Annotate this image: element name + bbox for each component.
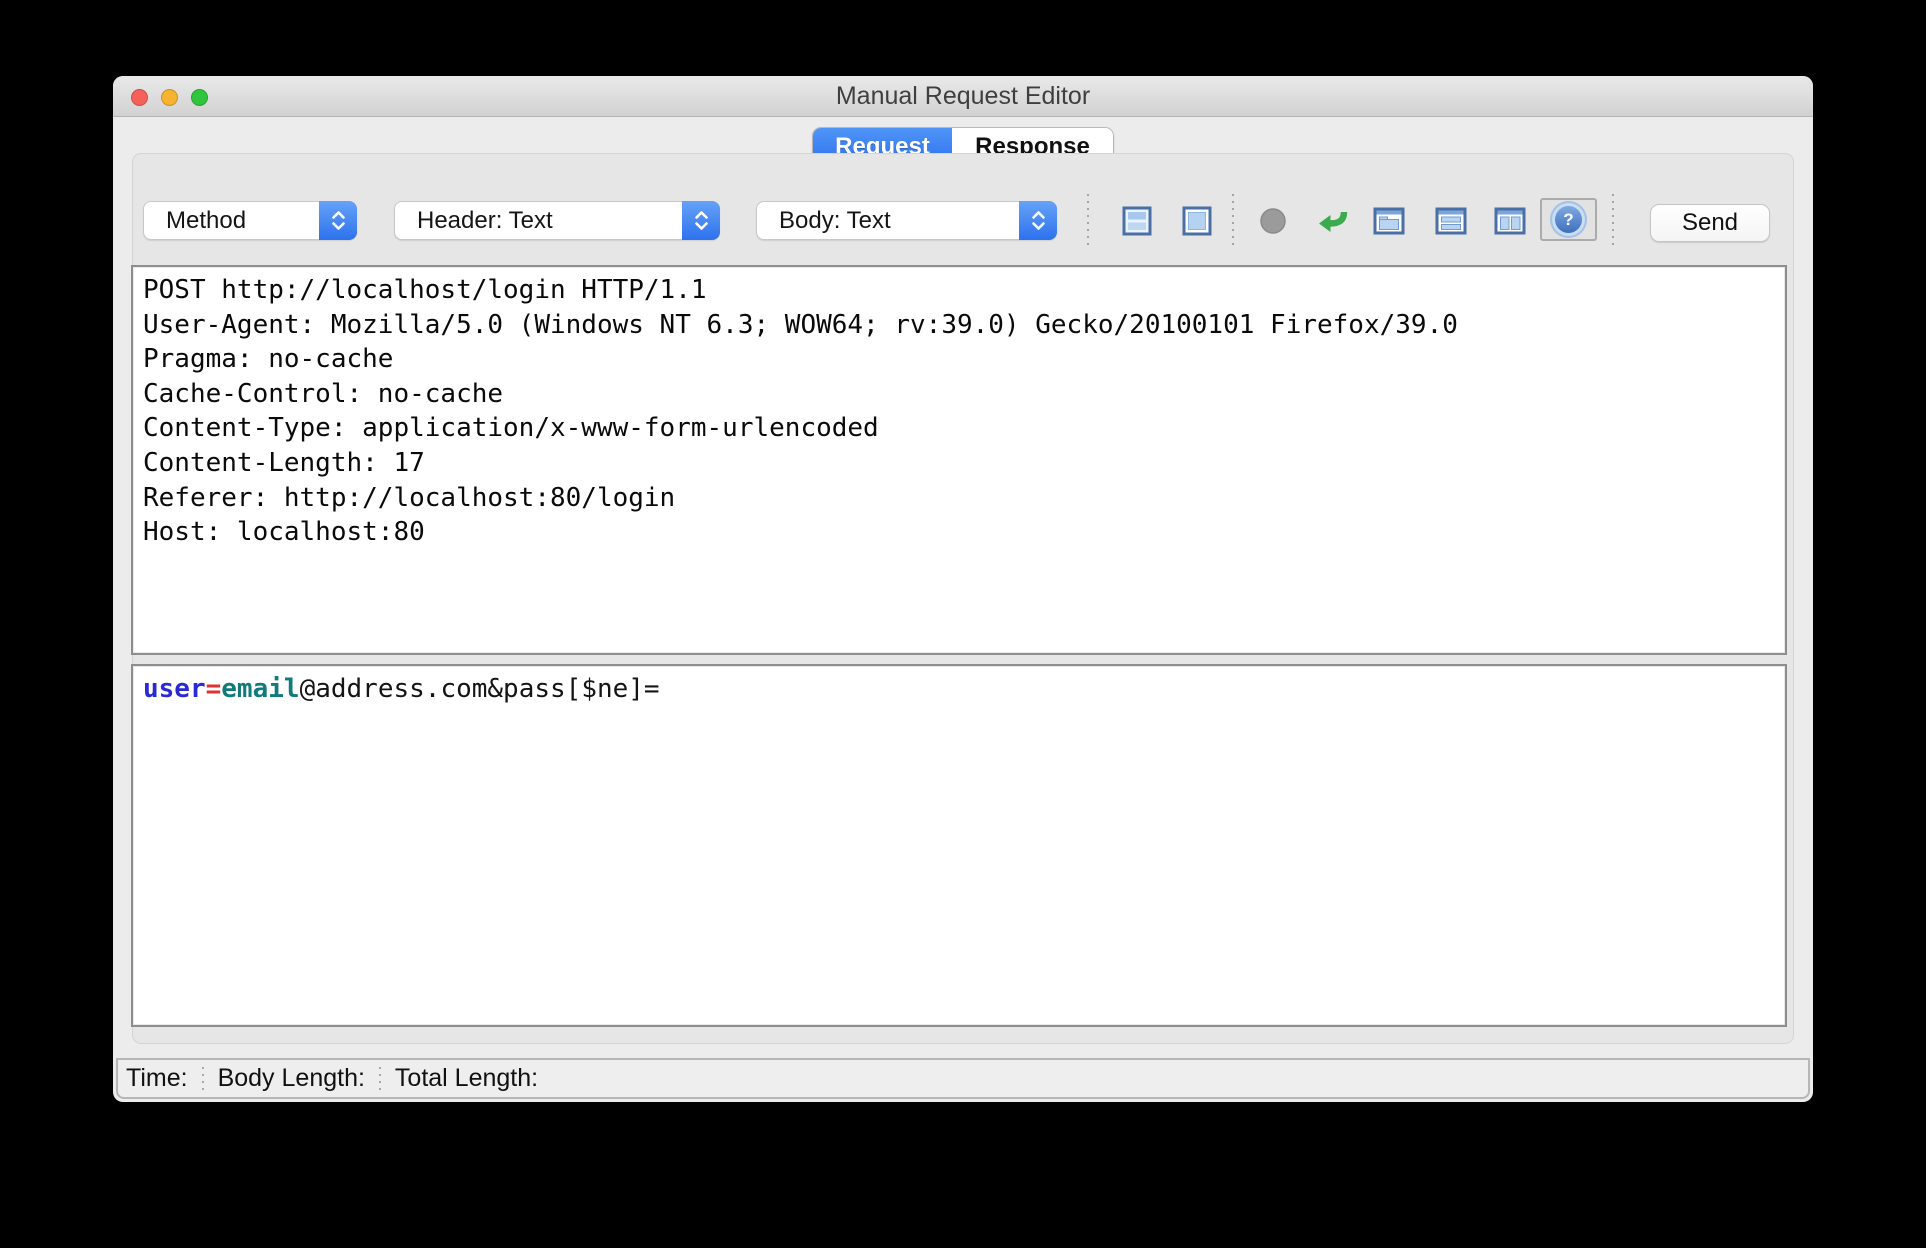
- request-header-line: Referer: http://localhost:80/login: [143, 482, 676, 513]
- manual-request-editor-window: Manual Request Editor Request Response M…: [113, 76, 1813, 1102]
- chevron-up-down-icon: [682, 201, 720, 240]
- request-body-segment: =: [205, 674, 222, 704]
- statusbar-separator: [378, 1066, 381, 1091]
- tab-layout-button[interactable]: [1373, 206, 1405, 236]
- chevron-up-down-icon: [1019, 201, 1057, 240]
- request-body-segment: email: [221, 674, 300, 704]
- request-body-editor[interactable]: user=email@address.com&pass[$ne]=: [131, 664, 1787, 1027]
- request-header-line: Pragma: no-cache: [143, 344, 394, 375]
- titlebar[interactable]: Manual Request Editor: [113, 76, 1813, 117]
- send-button[interactable]: Send: [1650, 204, 1770, 242]
- split-display-icon: [1122, 206, 1152, 236]
- side-by-side-layout-button[interactable]: [1494, 206, 1526, 236]
- request-header-line: Host: localhost:80: [143, 517, 425, 548]
- statusbar-separator: [201, 1066, 204, 1091]
- request-header-line: User-Agent: Mozilla/5.0 (Windows NT 6.3;…: [143, 309, 1458, 340]
- method-dropdown[interactable]: Method: [143, 201, 357, 240]
- split-display-button[interactable]: [1121, 206, 1153, 236]
- request-header-line: POST http://localhost/login HTTP/1.1: [143, 275, 707, 305]
- toolbar-separator: [1087, 194, 1089, 250]
- body-format-dropdown[interactable]: Body: Text: [756, 201, 1057, 240]
- help-icon: ?: [1555, 206, 1582, 233]
- request-header-editor[interactable]: POST http://localhost/login HTTP/1.1 User…: [131, 265, 1787, 655]
- toolbar-separator: [1612, 194, 1614, 250]
- record-dot-icon: [1260, 208, 1286, 234]
- request-body-segment: user: [143, 674, 206, 704]
- method-dropdown-value: Method: [166, 206, 247, 234]
- window-title: Manual Request Editor: [835, 82, 1091, 110]
- header-format-dropdown[interactable]: Header: Text: [394, 201, 720, 240]
- top-bottom-layout-icon: [1435, 207, 1467, 235]
- combined-display-icon: [1182, 206, 1212, 236]
- record-dot-button[interactable]: [1257, 206, 1289, 236]
- follow-redirects-icon: [1319, 211, 1348, 232]
- request-header-line: Cache-Control: no-cache: [143, 378, 504, 409]
- tab-layout-icon: [1373, 207, 1405, 235]
- body-format-dropdown-value: Body: Text: [779, 206, 891, 234]
- request-header-line: Content-Type: application/x-www-form-url…: [143, 413, 879, 444]
- chevron-up-down-icon: [319, 201, 357, 240]
- help-icon-glyph: ?: [1563, 209, 1574, 229]
- header-format-dropdown-value: Header: Text: [417, 206, 553, 234]
- side-by-side-layout-icon: [1494, 207, 1526, 235]
- status-body-length-label: Body Length:: [217, 1064, 365, 1092]
- status-total-length-label: Total Length:: [394, 1064, 539, 1092]
- toolbar-separator: [1232, 194, 1234, 250]
- follow-redirects-button[interactable]: [1317, 206, 1349, 236]
- request-header-line: Content-Length: 17: [143, 447, 425, 478]
- combined-display-button[interactable]: [1181, 206, 1213, 236]
- request-body-segment: @address.com&pass[$ne]=: [299, 674, 660, 704]
- statusbar: Time: Body Length: Total Length:: [116, 1058, 1810, 1099]
- status-time-label: Time:: [126, 1064, 188, 1092]
- help-button[interactable]: ?: [1540, 198, 1597, 241]
- top-bottom-layout-button[interactable]: [1435, 206, 1467, 236]
